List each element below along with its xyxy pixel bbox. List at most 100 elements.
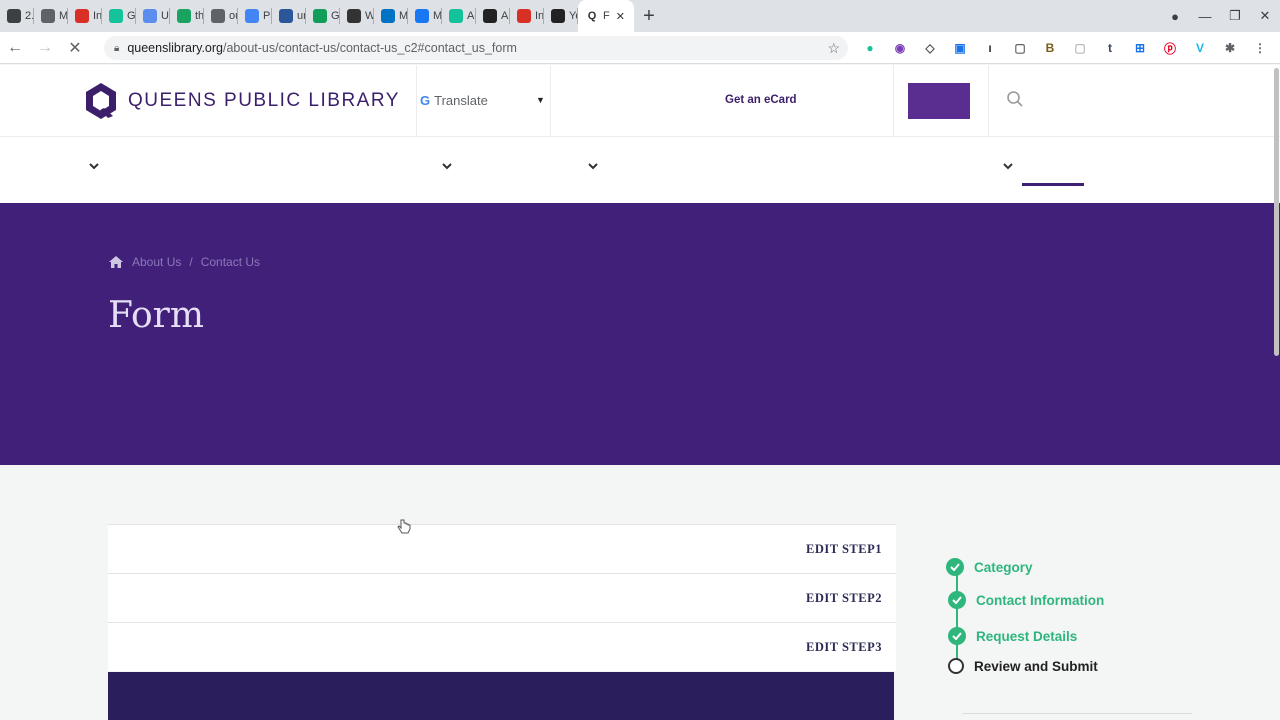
empty-circle-icon [948,658,964,674]
b-ext-icon[interactable]: B [1040,40,1060,56]
globe-icon [211,9,225,23]
pinterest-ext-icon[interactable]: ⓟ [1160,40,1180,56]
divider [416,65,417,137]
step-row-1: EDIT STEP1 [108,524,896,573]
tv-icon [347,9,361,23]
forward-icon[interactable]: → [30,39,60,57]
get-ecard-link[interactable]: Get an eCard [725,94,797,106]
minimize-icon[interactable]: — [1190,9,1220,24]
translate-label: Translate [434,93,488,108]
browser-tab[interactable]: You [544,0,578,32]
gmail-icon [517,9,531,23]
chevron-down-icon[interactable] [88,161,100,171]
breadcrumb-contact-us[interactable]: Contact Us [201,255,260,269]
caret-down-icon: ▼ [536,95,545,105]
check-circle-icon [946,558,964,576]
library-logo[interactable]: QUEENS PUBLIC LIBRARY [84,82,400,120]
qpl-logo-mark [86,83,116,119]
review-section-header [108,672,894,720]
progress-item-request-details[interactable]: Request Details [948,627,1077,645]
profile-icon[interactable]: ● [1160,9,1190,24]
window-controls: ● — ❐ ✕ [1160,0,1280,32]
browser-tab[interactable]: Goo [306,0,340,32]
edit-step1-link[interactable]: EDIT STEP1 [806,542,882,557]
tab-label: out [229,10,238,22]
tab-label: Inbc [93,10,102,22]
browser-tab[interactable]: Gra [102,0,136,32]
url-host: queenslibrary.org [127,41,223,55]
amazon-icon [483,9,497,23]
edit-step3-link[interactable]: EDIT STEP3 [806,640,882,655]
active-nav-indicator [1022,183,1084,186]
chevron-down-icon[interactable] [441,161,453,171]
vimeo-ext-icon[interactable]: V [1190,40,1210,56]
browser-tab[interactable]: UB [136,0,170,32]
outlook-icon [381,9,395,23]
restore-icon[interactable]: ❐ [1220,8,1250,24]
url-path: /about-us/contact-us/contact-us_c2#conta… [222,41,517,55]
chevron-down-icon[interactable] [587,161,599,171]
browser-tab[interactable]: Am [476,0,510,32]
edit-step2-link[interactable]: EDIT STEP2 [806,591,882,606]
browser-tab[interactable]: the [170,0,204,32]
stop-loading-icon[interactable]: ✕ [60,38,90,58]
browser-tab[interactable]: Mai [374,0,408,32]
menu-kebab-icon[interactable]: ⋮ [1250,40,1270,56]
browser-tab[interactable]: Mir [34,0,68,32]
main-nav [0,137,1280,203]
chevron-down-icon[interactable] [1002,161,1014,171]
lock-icon[interactable]: 🔒︎ [114,43,119,54]
browser-tab[interactable]: und [272,0,306,32]
header-action-button[interactable] [908,83,970,119]
browser-tab[interactable]: Wel [340,0,374,32]
info-ext-icon[interactable]: ı [980,40,1000,56]
progress-label: Category [974,559,1033,575]
tab-label: Inbc [535,10,544,22]
divider [893,65,894,137]
tab-label: Am [501,10,510,22]
capture-ext-icon[interactable]: ▢ [1010,40,1030,56]
browser-tab[interactable]: Inbc [510,0,544,32]
browser-tab[interactable]: out [204,0,238,32]
tab-active[interactable]: Q F ✕ [578,0,634,32]
puzzle-extensions-icon[interactable]: ✱ [1220,40,1240,56]
progress-item-contact-information[interactable]: Contact Information [948,591,1104,609]
progress-label: Request Details [976,628,1078,644]
form-progress-tracker: Category Contact Information Request Det… [946,556,1206,686]
tumblr-ext-icon[interactable]: t [1100,40,1120,56]
tab-label: 2. S [25,10,34,22]
address-bar[interactable]: 🔒︎ queenslibrary.org/about-us/contact-us… [104,36,848,60]
screencast-ext-icon[interactable]: ◉ [890,40,910,56]
translate-dropdown[interactable]: G Translate ▼ [420,93,545,108]
translate-ext-icon[interactable]: ▣ [950,40,970,56]
progress-item-category[interactable]: Category [946,558,1033,576]
tab-label: UB [161,10,170,22]
close-tab-icon[interactable]: ✕ [616,10,625,23]
browser-tab[interactable]: Mai [408,0,442,32]
tab-label: Gra [127,10,136,22]
browser-tab[interactable]: Acc [442,0,476,32]
bookmark-star-icon[interactable]: ☆ [827,40,840,57]
pocket-ext-icon[interactable]: ◇ [920,40,940,56]
progress-item-review-and-submit[interactable]: Review and Submit [948,658,1098,674]
breadcrumb: About Us / Contact Us [108,255,260,269]
browser-tab[interactable]: Pari [238,0,272,32]
scrollbar-thumb[interactable] [1274,68,1279,356]
breadcrumb-about-us[interactable]: About Us [132,255,181,269]
back-icon[interactable]: ← [0,39,30,57]
new-tab-button[interactable]: + [634,0,664,32]
facebook-icon [415,9,429,23]
grammarly-ext-icon[interactable]: ● [860,40,880,56]
browser-tab[interactable]: 2. S [0,0,34,32]
tab-label: und [297,10,306,22]
check-circle-icon [948,627,966,645]
blank-ext-icon[interactable]: ▢ [1070,40,1090,56]
tab-label: the [195,10,204,22]
progress-label: Contact Information [976,592,1105,608]
divider [988,65,989,137]
home-icon[interactable] [108,255,124,269]
search-icon[interactable] [1006,90,1024,108]
plus-ext-icon[interactable]: ⊞ [1130,40,1150,56]
close-window-icon[interactable]: ✕ [1250,8,1280,24]
browser-tab[interactable]: Inbc [68,0,102,32]
